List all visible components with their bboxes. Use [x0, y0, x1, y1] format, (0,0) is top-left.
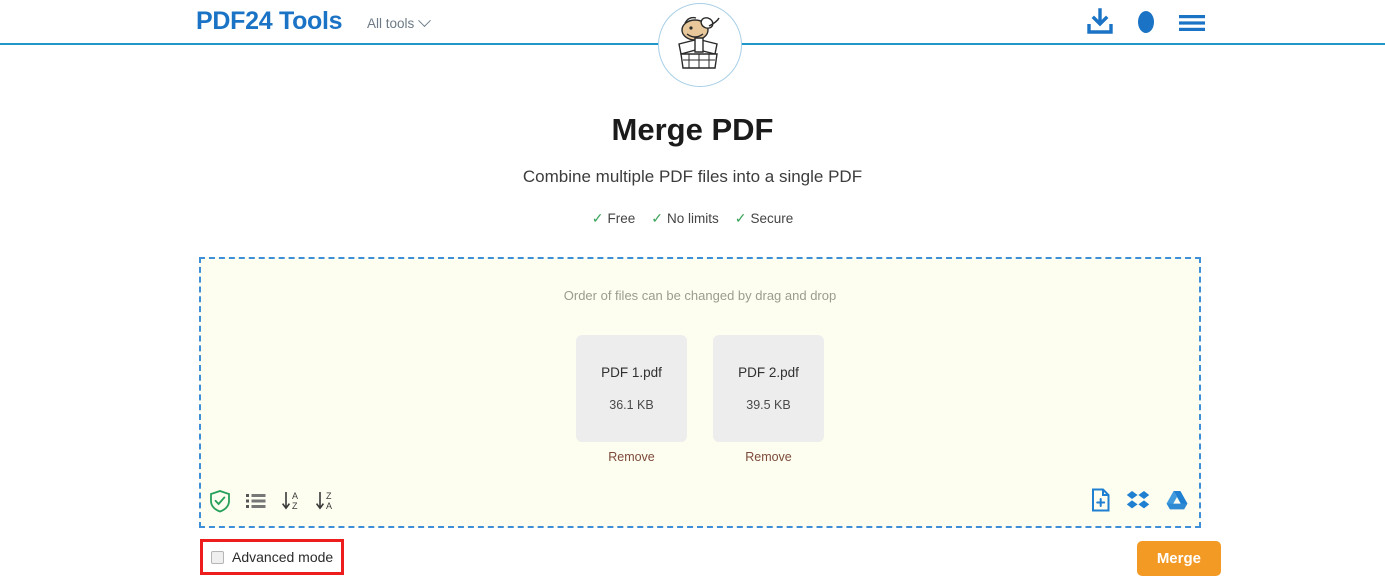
chevron-down-icon [418, 14, 432, 28]
google-drive-icon[interactable] [1165, 489, 1189, 516]
hamburger-menu-icon[interactable] [1177, 8, 1207, 41]
file-card[interactable]: PDF 2.pdf 39.5 KB [713, 335, 824, 442]
feature-badges: ✓ Free ✓ No limits ✓ Secure [0, 210, 1385, 227]
feature-label: No limits [666, 211, 719, 226]
merge-button[interactable]: Merge [1136, 541, 1221, 576]
dropzone-tools-left: A Z Z A [209, 489, 335, 518]
remove-file-button[interactable]: Remove [576, 450, 687, 464]
file-list: PDF 1.pdf 36.1 KB Remove PDF 2.pdf 39.5 … [201, 335, 1199, 464]
file-size: 36.1 KB [609, 398, 654, 412]
add-file-icon[interactable] [1090, 488, 1111, 517]
page-root: PDF24 Tools All tools Merge PDF Combine … [0, 0, 1385, 577]
dropzone-tools-right [1090, 488, 1189, 517]
user-icon[interactable] [1137, 8, 1155, 41]
check-icon: ✓ [591, 210, 604, 226]
file-card[interactable]: PDF 1.pdf 36.1 KB [576, 335, 687, 442]
svg-text:A: A [326, 501, 332, 511]
list-item: PDF 1.pdf 36.1 KB Remove [576, 335, 687, 464]
feature-label: Free [607, 211, 636, 226]
mascot-logo [658, 3, 742, 87]
all-tools-label: All tools [367, 16, 415, 31]
dropzone-hint: Order of files can be changed by drag an… [563, 288, 837, 303]
feature-badge: ✓ Secure [735, 210, 794, 227]
feature-label: Secure [750, 211, 794, 226]
svg-text:Z: Z [326, 491, 332, 501]
sort-z-a-icon[interactable]: Z A [315, 490, 335, 517]
download-icon[interactable] [1085, 8, 1115, 41]
feature-badge: ✓ No limits [651, 210, 719, 227]
file-dropzone[interactable]: Order of files can be changed by drag an… [199, 257, 1201, 528]
page-subtitle: Combine multiple PDF files into a single… [522, 167, 863, 186]
header-icon-group [1085, 8, 1207, 41]
feature-badge: ✓ Free [592, 210, 636, 227]
remove-file-button[interactable]: Remove [713, 450, 824, 464]
file-name: PDF 1.pdf [601, 365, 662, 380]
brand-logo[interactable]: PDF24 Tools [196, 7, 343, 36]
advanced-mode-checkbox[interactable] [211, 550, 224, 564]
check-icon: ✓ [734, 210, 747, 226]
list-icon[interactable] [245, 491, 267, 516]
file-size: 39.5 KB [746, 398, 791, 412]
shield-check-icon[interactable] [209, 489, 231, 518]
file-name: PDF 2.pdf [738, 365, 799, 380]
sort-a-z-icon[interactable]: A Z [281, 490, 301, 517]
dropbox-icon[interactable] [1126, 489, 1150, 516]
advanced-mode-highlight: Advanced mode [200, 539, 344, 575]
svg-text:A: A [292, 491, 298, 501]
list-item: PDF 2.pdf 39.5 KB Remove [713, 335, 824, 464]
check-icon: ✓ [651, 210, 663, 226]
advanced-mode-label[interactable]: Advanced mode [232, 549, 333, 565]
all-tools-dropdown[interactable]: All tools [367, 14, 432, 31]
svg-text:Z: Z [292, 501, 298, 511]
page-title: Merge PDF [611, 112, 774, 147]
